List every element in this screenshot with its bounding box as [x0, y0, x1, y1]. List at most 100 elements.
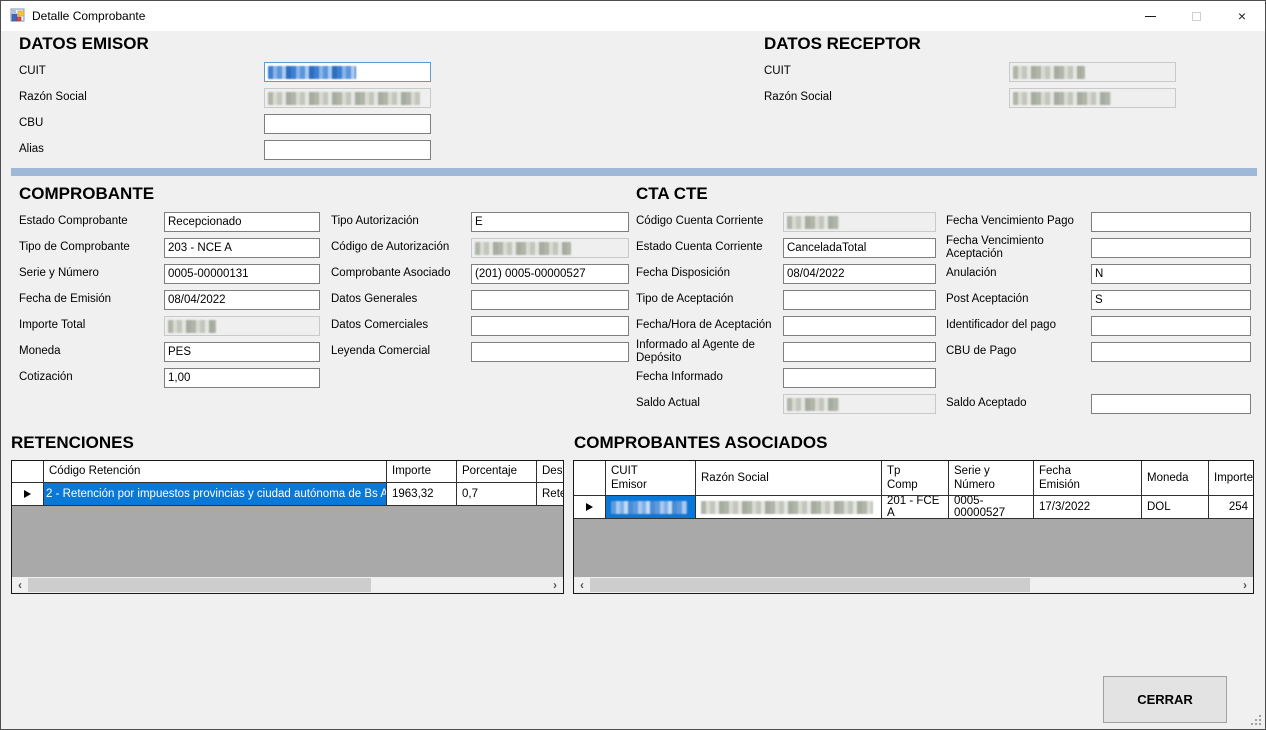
moneda-column-header[interactable]: Moneda [1142, 461, 1209, 495]
scroll-left-icon[interactable]: ‹ [574, 577, 590, 593]
field-row: Tipo de Aceptación [636, 287, 938, 313]
cbu-field[interactable] [264, 114, 431, 134]
serie-y-numero-cell[interactable]: 0005-00000527 [949, 496, 1034, 518]
datos-generales-field[interactable] [471, 290, 629, 310]
porcentaje-cell[interactable]: 0,7 [457, 483, 537, 505]
alias-field[interactable] [264, 140, 431, 160]
tipo-autorizacion-field[interactable]: E [471, 212, 629, 232]
asociados-hscrollbar[interactable]: ‹ › [574, 577, 1253, 593]
redacted-value [168, 320, 216, 333]
asociados-data-row[interactable]: 201 - FCE A 0005-00000527 17/3/2022 DOL … [574, 496, 1253, 519]
cotizacion-field[interactable]: 1,00 [164, 368, 320, 388]
fecha-informado-field[interactable] [783, 368, 936, 388]
field-row: Fecha Vencimiento Pago [946, 209, 1254, 235]
cuit-receptor-field[interactable] [1009, 62, 1176, 82]
descripcion-column-header[interactable]: Descripción [537, 461, 563, 482]
field-row: CUIT [19, 59, 539, 85]
datos-emisor-fields: CUIT Razón Social CBU Alias [19, 59, 539, 163]
scroll-right-icon[interactable]: › [547, 577, 563, 593]
cuit-emisor-cell[interactable] [606, 496, 696, 518]
minimize-button[interactable] [1127, 1, 1173, 31]
saldo-actual-field[interactable] [783, 394, 936, 414]
fecha-disposicion-field[interactable]: 08/04/2022 [783, 264, 936, 284]
post-aceptacion-field[interactable]: S [1091, 290, 1251, 310]
retenciones-hscrollbar[interactable]: ‹ › [12, 577, 563, 593]
saldo-aceptado-field[interactable] [1091, 394, 1251, 414]
scrollbar-thumb[interactable] [590, 578, 1030, 592]
fecha-disposicion-label: Fecha Disposición [636, 267, 783, 280]
scroll-left-icon[interactable]: ‹ [12, 577, 28, 593]
datos-comerciales-field[interactable] [471, 316, 629, 336]
cuit-emisor-column-header[interactable]: CUIT Emisor [606, 461, 696, 495]
importe-column-header[interactable]: Importe [1209, 461, 1253, 495]
field-row: CUIT [764, 59, 1184, 85]
minimize-icon [1145, 16, 1156, 17]
close-button[interactable]: × [1219, 1, 1265, 31]
razon-social-cell[interactable] [696, 496, 882, 518]
moneda-field[interactable]: PES [164, 342, 320, 362]
cuit-emisor-field[interactable] [264, 62, 431, 82]
razon-social-receptor-field[interactable] [1009, 88, 1176, 108]
scrollbar-thumb[interactable] [28, 578, 371, 592]
descripcion-cell[interactable]: Retención [537, 483, 563, 505]
field-row: Fecha Disposición 08/04/2022 [636, 261, 938, 287]
resize-grip-icon[interactable] [1249, 713, 1261, 725]
row-selector-header[interactable] [574, 461, 606, 495]
tp-comp-column-header[interactable]: Tp Comp [882, 461, 949, 495]
importe-cell[interactable]: 1963,32 [387, 483, 457, 505]
fecha-vencimiento-pago-field[interactable] [1091, 212, 1251, 232]
row-selector-cell[interactable] [12, 483, 44, 505]
field-row: Saldo Aceptado [946, 391, 1254, 417]
section-separator [11, 168, 1257, 176]
datos-comerciales-label: Datos Comerciales [331, 319, 471, 332]
informado-al-agente-field[interactable] [783, 342, 936, 362]
codigo-retencion-cell[interactable]: 2 - Retención por impuestos provincias y… [44, 483, 387, 505]
cerrar-button[interactable]: CERRAR [1103, 676, 1227, 723]
estado-cuenta-corriente-field[interactable]: CanceladaTotal [783, 238, 936, 258]
leyenda-comercial-field[interactable] [471, 342, 629, 362]
fecha-de-emision-field[interactable]: 08/04/2022 [164, 290, 320, 310]
codigo-retencion-column-header[interactable]: Código Retención [44, 461, 387, 482]
razon-social-column-header[interactable]: Razón Social [696, 461, 882, 495]
fecha-emision-cell[interactable]: 17/3/2022 [1034, 496, 1142, 518]
codigo-cuenta-corriente-field[interactable] [783, 212, 936, 232]
maximize-button[interactable] [1173, 1, 1219, 31]
comprobante-asociado-field[interactable]: (201) 0005-00000527 [471, 264, 629, 284]
retenciones-grid: Código Retención Importe Porcentaje Desc… [11, 460, 564, 594]
redacted-value [1013, 66, 1085, 79]
tipo-de-aceptacion-field[interactable] [783, 290, 936, 310]
retenciones-data-row[interactable]: 2 - Retención por impuestos provincias y… [12, 483, 563, 506]
field-row: Anulación N [946, 261, 1254, 287]
moneda-cell[interactable]: DOL [1142, 496, 1209, 518]
serie-y-numero-column-header[interactable]: Serie y Número [949, 461, 1034, 495]
fecha-emision-column-header[interactable]: Fecha Emisión [1034, 461, 1142, 495]
alias-label: Alias [19, 143, 264, 156]
scrollbar-track[interactable] [28, 577, 547, 593]
porcentaje-column-header[interactable]: Porcentaje [457, 461, 537, 482]
tp-comp-cell[interactable]: 201 - FCE A [882, 496, 949, 518]
estado-comprobante-field[interactable]: Recepcionado [164, 212, 320, 232]
row-selector-cell[interactable] [574, 496, 606, 518]
importe-column-header[interactable]: Importe [387, 461, 457, 482]
scrollbar-track[interactable] [590, 577, 1237, 593]
field-row: CBU de Pago [946, 339, 1254, 365]
identificador-del-pago-field[interactable] [1091, 316, 1251, 336]
row-selector-header[interactable] [12, 461, 44, 482]
cbu-de-pago-field[interactable] [1091, 342, 1251, 362]
fecha-vencimiento-aceptacion-field[interactable] [1091, 238, 1251, 258]
scroll-right-icon[interactable]: › [1237, 577, 1253, 593]
serie-y-numero-field[interactable]: 0005-00000131 [164, 264, 320, 284]
fecha-hora-de-aceptacion-field[interactable] [783, 316, 936, 336]
importe-total-field[interactable] [164, 316, 320, 336]
field-row: Informado al Agente de Depósito [636, 339, 938, 365]
razon-social-emisor-field[interactable] [264, 88, 431, 108]
redacted-value [268, 92, 420, 105]
tipo-de-comprobante-field[interactable]: 203 - NCE A [164, 238, 320, 258]
asociados-header-row: CUIT Emisor Razón Social Tp Comp Serie y… [574, 461, 1253, 496]
anulacion-field[interactable]: N [1091, 264, 1251, 284]
redacted-value [787, 216, 839, 229]
importe-cell[interactable]: 254 [1209, 496, 1253, 518]
codigo-de-autorizacion-field[interactable] [471, 238, 629, 258]
tipo-de-aceptacion-label: Tipo de Aceptación [636, 293, 783, 306]
current-row-arrow-icon [586, 503, 593, 511]
